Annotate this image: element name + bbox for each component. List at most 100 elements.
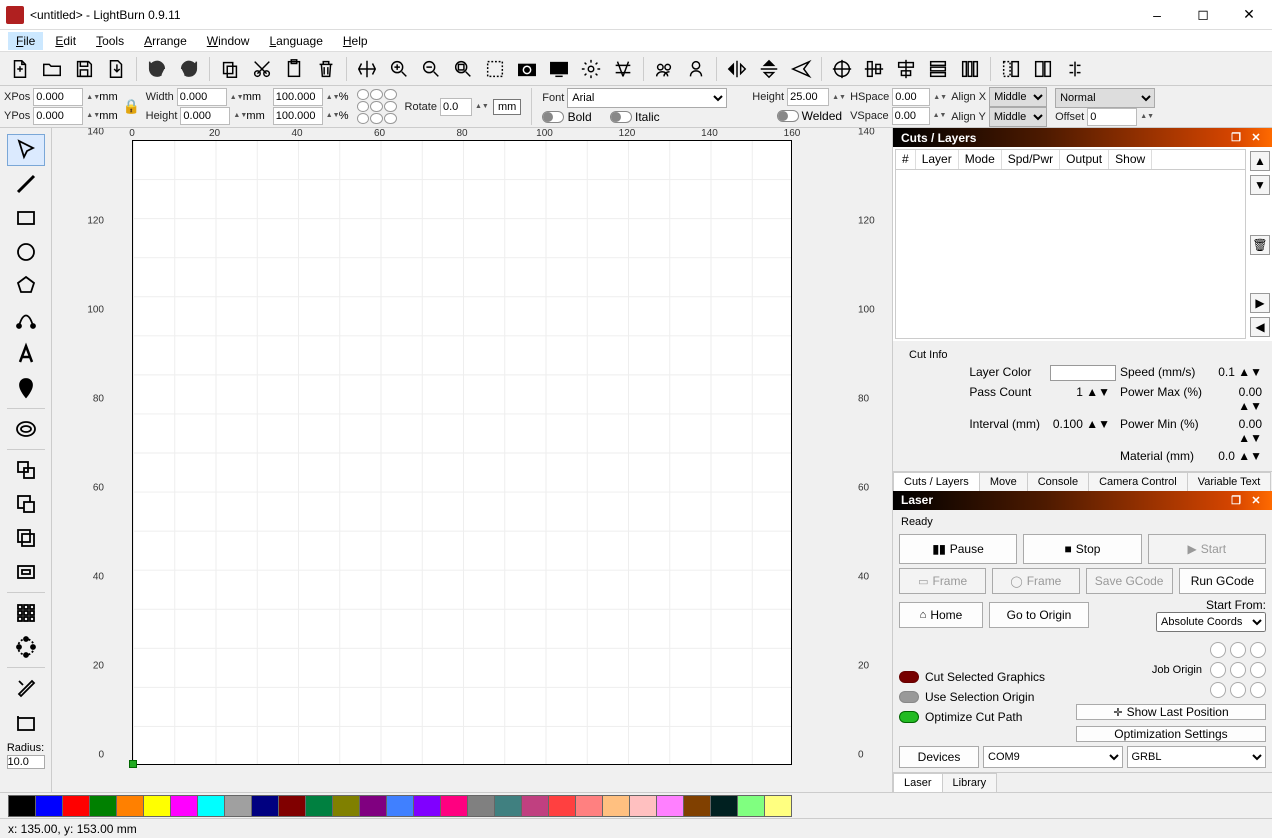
tab-cuts-layers[interactable]: Cuts / Layers <box>893 472 980 491</box>
circular-array-tool[interactable] <box>7 631 45 663</box>
tab-variable-text[interactable]: Variable Text <box>1187 472 1272 491</box>
close-path-tool[interactable] <box>7 706 45 738</box>
zoom-fit-icon[interactable] <box>449 55 477 83</box>
palette-swatch[interactable] <box>251 795 279 817</box>
palette-swatch[interactable] <box>278 795 306 817</box>
palette-swatch[interactable] <box>602 795 630 817</box>
palette-swatch[interactable] <box>35 795 63 817</box>
col-output[interactable]: Output <box>1060 150 1109 169</box>
ypos-input[interactable] <box>33 107 83 125</box>
xpos-input[interactable] <box>33 88 83 106</box>
palette-swatch[interactable] <box>89 795 117 817</box>
dist-h-icon[interactable] <box>956 55 984 83</box>
palette-swatch[interactable] <box>710 795 738 817</box>
rectangle-tool[interactable] <box>7 202 45 234</box>
origin-selector[interactable] <box>357 89 397 125</box>
save-gcode-button[interactable]: Save GCode <box>1086 568 1173 594</box>
palette-swatch[interactable] <box>629 795 657 817</box>
layer-down-button[interactable]: ▼ <box>1250 175 1270 195</box>
use-selection-toggle[interactable] <box>899 691 919 703</box>
hspace-input[interactable] <box>892 88 930 106</box>
vspace-input[interactable] <box>892 107 930 125</box>
col-layer[interactable]: Layer <box>916 150 959 169</box>
palette-swatch[interactable] <box>548 795 576 817</box>
lock-icon[interactable]: 🔒 <box>122 86 142 127</box>
ungroup-icon[interactable] <box>682 55 710 83</box>
palette-swatch[interactable] <box>386 795 414 817</box>
palette-swatch[interactable] <box>62 795 90 817</box>
palette-swatch[interactable] <box>305 795 333 817</box>
devices-button[interactable]: Devices <box>899 746 979 768</box>
device-settings-icon[interactable] <box>609 55 637 83</box>
grid-array-tool[interactable] <box>7 597 45 629</box>
start-button[interactable]: ▶Start <box>1148 534 1266 564</box>
copy-icon[interactable] <box>216 55 244 83</box>
canvas[interactable]: 020406080100120140160 020406080100120140… <box>52 128 892 792</box>
boolean-union-tool[interactable] <box>7 454 45 486</box>
paste-icon[interactable] <box>280 55 308 83</box>
scale-h-input[interactable] <box>273 107 323 125</box>
text-mode-select[interactable]: Normal <box>1055 88 1155 108</box>
align-v-icon[interactable] <box>860 55 888 83</box>
offset-tool[interactable] <box>7 413 45 445</box>
optimization-settings-button[interactable]: Optimization Settings <box>1076 726 1266 742</box>
palette-swatch[interactable] <box>737 795 765 817</box>
palette-swatch[interactable] <box>521 795 549 817</box>
cuts-table[interactable]: #LayerModeSpd/PwrOutputShow <box>895 149 1246 338</box>
palette-swatch[interactable] <box>413 795 441 817</box>
zoom-in-icon[interactable] <box>385 55 413 83</box>
col-spdpwr[interactable]: Spd/Pwr <box>1002 150 1060 169</box>
polygon-tool[interactable] <box>7 270 45 302</box>
new-icon[interactable] <box>6 55 34 83</box>
show-last-button[interactable]: ✛ Show Last Position <box>1076 704 1266 720</box>
welded-toggle[interactable] <box>777 110 799 122</box>
menu-language[interactable]: Language <box>261 32 330 50</box>
edit-nodes-tool[interactable] <box>7 304 45 336</box>
menu-tools[interactable]: Tools <box>88 32 132 50</box>
layer-delete-button[interactable]: 🗑 <box>1250 235 1270 255</box>
go-origin-button[interactable]: Go to Origin <box>989 602 1089 628</box>
boolean-subtract-tool[interactable] <box>7 488 45 520</box>
rotate-input[interactable] <box>440 98 472 116</box>
arrange-3-icon[interactable] <box>1061 55 1089 83</box>
font-select[interactable]: Arial <box>567 88 727 108</box>
panel-undock-icon[interactable]: ❐ <box>1228 130 1244 146</box>
palette-swatch[interactable] <box>440 795 468 817</box>
delete-icon[interactable] <box>312 55 340 83</box>
start-from-select[interactable]: Absolute Coords <box>1156 612 1266 632</box>
palette-swatch[interactable] <box>143 795 171 817</box>
tab-camera-control[interactable]: Camera Control <box>1088 472 1188 491</box>
layer-up-button[interactable]: ▲ <box>1250 151 1270 171</box>
tab-move[interactable]: Move <box>979 472 1028 491</box>
zoom-out-icon[interactable] <box>417 55 445 83</box>
menu-window[interactable]: Window <box>199 32 258 50</box>
pause-button[interactable]: ▮▮Pause <box>899 534 1017 564</box>
save-icon[interactable] <box>70 55 98 83</box>
import-icon[interactable] <box>102 55 130 83</box>
menu-arrange[interactable]: Arrange <box>136 32 195 50</box>
palette-swatch[interactable] <box>359 795 387 817</box>
flip-h-icon[interactable] <box>723 55 751 83</box>
camera-icon[interactable] <box>513 55 541 83</box>
ellipse-tool[interactable] <box>7 236 45 268</box>
panel-close-icon[interactable]: ✕ <box>1248 492 1264 508</box>
tab-laser[interactable]: Laser <box>893 773 943 792</box>
palette-swatch[interactable] <box>8 795 36 817</box>
panel-close-icon[interactable]: ✕ <box>1248 130 1264 146</box>
align-center-icon[interactable] <box>828 55 856 83</box>
select-tool[interactable] <box>7 134 45 166</box>
work-area[interactable] <box>132 140 792 765</box>
arrange-1-icon[interactable] <box>997 55 1025 83</box>
menu-edit[interactable]: Edit <box>47 32 84 50</box>
offset-input[interactable] <box>1087 108 1137 126</box>
preview-icon[interactable] <box>545 55 573 83</box>
frame-circle-button[interactable]: ◯ Frame <box>992 568 1079 594</box>
units-button[interactable]: mm <box>493 99 521 115</box>
palette-swatch[interactable] <box>494 795 522 817</box>
radius-input[interactable] <box>7 755 45 769</box>
text-height-input[interactable] <box>787 88 829 106</box>
palette-swatch[interactable] <box>332 795 360 817</box>
height-input[interactable] <box>180 107 230 125</box>
palette-swatch[interactable] <box>764 795 792 817</box>
aligny-select[interactable]: Middle <box>989 107 1047 127</box>
